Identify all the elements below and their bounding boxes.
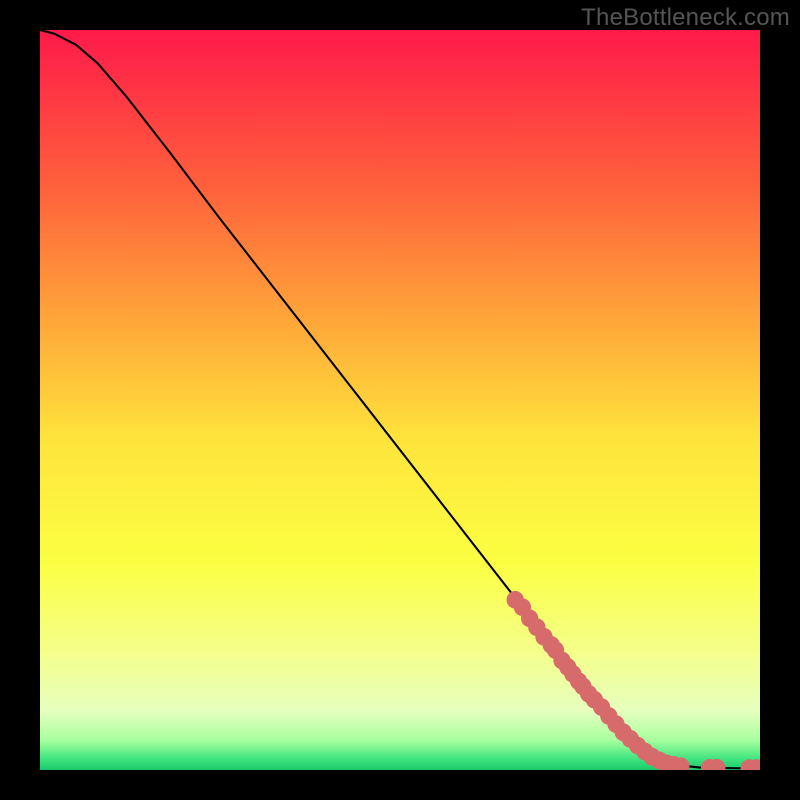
watermark-label: TheBottleneck.com — [581, 4, 790, 32]
plot-area — [40, 30, 760, 770]
chart-svg — [40, 30, 760, 770]
gradient-background — [40, 30, 760, 770]
chart-frame: TheBottleneck.com — [0, 0, 800, 800]
